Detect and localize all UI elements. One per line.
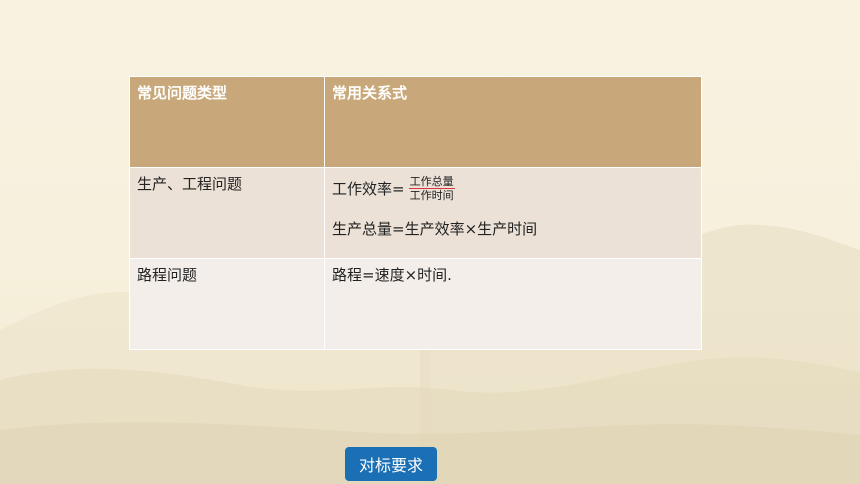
table-row: 生产、工程问题 工作效率= 工作总量 工作时间 生产总量=生产效率×生产时间 — [129, 167, 702, 259]
relation-table: 常见问题类型 常用关系式 生产、工程问题 工作效率= 工作总量 工作时间 生产总… — [129, 76, 702, 350]
cell-relation: 路程=速度×时间. — [324, 258, 702, 350]
fraction: 工作总量 工作时间 — [408, 175, 455, 202]
table-row: 路程问题 路程=速度×时间. — [129, 258, 702, 350]
fraction-denominator: 工作时间 — [409, 189, 454, 202]
formula-efficiency-prefix: 工作效率= — [332, 180, 405, 198]
cell-problem-type: 生产、工程问题 — [129, 167, 325, 259]
table-header-row: 常见问题类型 常用关系式 — [129, 76, 702, 168]
fraction-numerator: 工作总量 — [408, 175, 455, 189]
cell-relation: 工作效率= 工作总量 工作时间 生产总量=生产效率×生产时间 — [324, 167, 702, 259]
formula-efficiency: 工作效率= 工作总量 工作时间 — [332, 175, 694, 202]
cell-problem-type: 路程问题 — [129, 258, 325, 350]
header-relation: 常用关系式 — [324, 76, 702, 168]
formula-total-output: 生产总量=生产效率×生产时间 — [332, 220, 538, 238]
benchmark-requirements-button[interactable]: 对标要求 — [345, 447, 437, 481]
header-problem-type: 常见问题类型 — [129, 76, 325, 168]
